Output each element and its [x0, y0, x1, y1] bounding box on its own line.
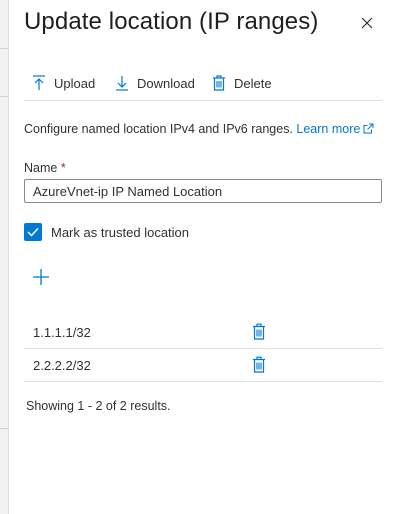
learn-more-label: Learn more — [296, 122, 361, 136]
plus-icon — [33, 269, 49, 285]
required-marker: * — [60, 161, 66, 175]
description-text: Configure named location IPv4 and IPv6 r… — [24, 122, 293, 136]
upload-button[interactable]: Upload — [32, 70, 95, 96]
ip-range-row: 1.1.1.1/32 — [24, 316, 382, 349]
upload-label: Upload — [54, 75, 96, 91]
download-icon — [116, 76, 128, 91]
description: Configure named location IPv4 and IPv6 r… — [24, 122, 374, 136]
page: Update location (IP ranges) Upload Downl… — [0, 0, 403, 514]
download-label: Download — [137, 75, 195, 91]
delete-label: Delete — [234, 75, 272, 91]
command-bar: Upload Download Delete — [24, 68, 382, 101]
trusted-location-label: Mark as trusted location — [51, 224, 190, 240]
close-button[interactable] — [356, 12, 378, 34]
delete-ip-range-button[interactable] — [252, 323, 268, 341]
checkmark-icon — [27, 227, 39, 237]
name-field-label: Name * — [24, 161, 66, 175]
name-label-text: Name — [24, 161, 58, 175]
blade-divider — [0, 428, 8, 429]
external-link-icon — [363, 123, 374, 134]
blade-divider — [0, 48, 8, 49]
trash-icon — [253, 356, 265, 373]
background-blade-edge — [0, 0, 9, 514]
panel-title: Update location (IP ranges) — [24, 8, 319, 35]
trusted-location-checkbox[interactable]: Mark as trusted location — [24, 222, 189, 242]
download-button[interactable]: Download — [115, 70, 195, 96]
ip-range-list: 1.1.1.1/32 2.2.2.2/32 — [24, 316, 382, 382]
close-icon — [361, 17, 373, 29]
add-ip-range-button[interactable] — [32, 268, 52, 288]
name-input[interactable] — [24, 179, 382, 203]
ip-range-value: 2.2.2.2/32 — [33, 357, 91, 373]
delete-button[interactable]: Delete — [212, 70, 272, 96]
ip-range-value: 1.1.1.1/32 — [33, 324, 91, 340]
blade-divider — [0, 96, 8, 97]
results-summary: Showing 1 - 2 of 2 results. — [26, 399, 171, 413]
trash-icon — [213, 75, 225, 91]
checkbox-box[interactable] — [24, 223, 42, 241]
delete-ip-range-button[interactable] — [252, 356, 268, 374]
upload-icon — [33, 75, 45, 90]
ip-range-row: 2.2.2.2/32 — [24, 349, 382, 382]
learn-more-link[interactable]: Learn more — [296, 122, 374, 136]
trash-icon — [253, 323, 265, 340]
update-location-panel: Update location (IP ranges) Upload Downl… — [24, 0, 384, 514]
